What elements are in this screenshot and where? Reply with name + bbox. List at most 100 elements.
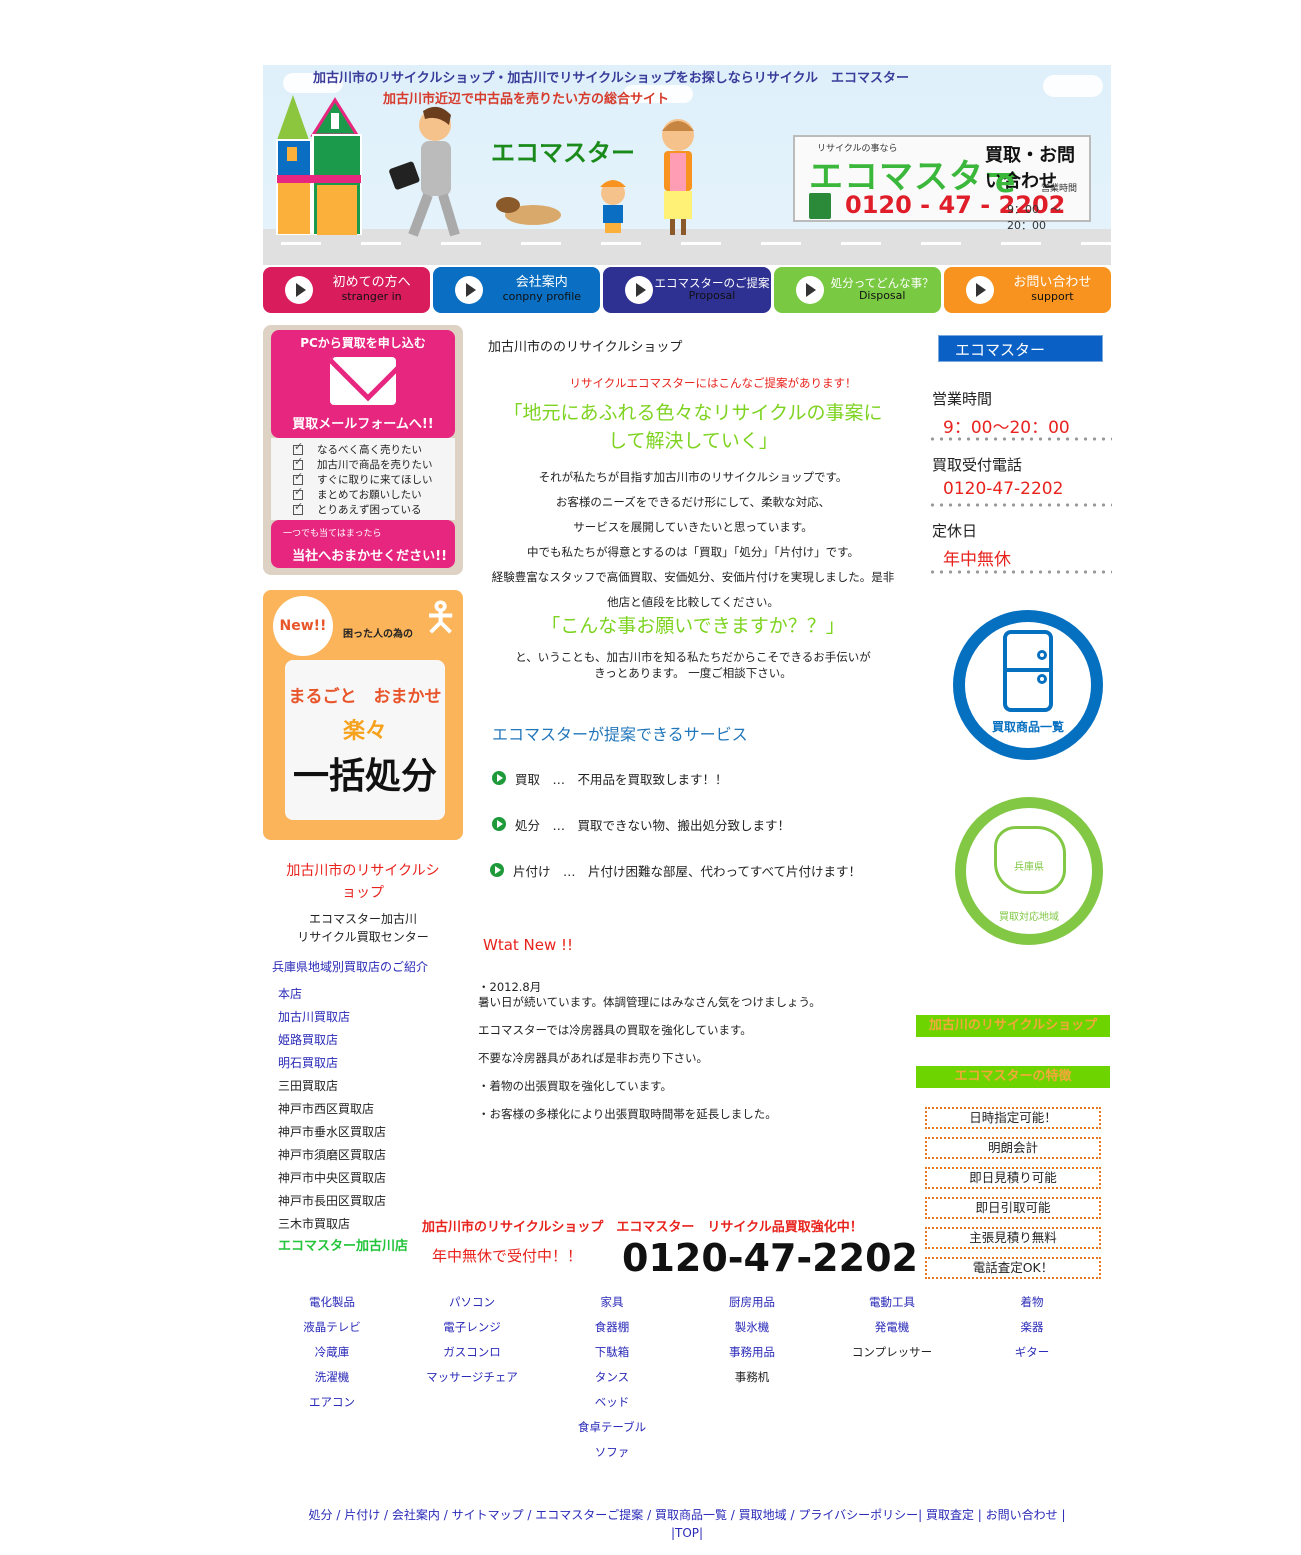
category-link[interactable]: 着物 <box>962 1294 1102 1319</box>
store-link[interactable]: 三田買取店 <box>278 1077 408 1100</box>
mail-banner-bottom-small: 一つでも当てはまったら <box>283 529 382 539</box>
nav-label-jp: 初めての方へ <box>332 275 411 291</box>
category-link[interactable]: 厨房用品 <box>682 1294 822 1319</box>
category-link[interactable]: ベッド <box>542 1394 682 1419</box>
store-link[interactable]: 神戸市中央区買取店 <box>278 1169 408 1192</box>
footer-top-row: |TOP| <box>670 1526 704 1540</box>
disposal-inner: まるごと おまかせ 楽々 一括処分 <box>285 660 445 820</box>
phone-contact-banner[interactable]: リサイクルの事なら エコマスター 0120 - 47 - 2202 買取・お問い… <box>793 135 1091 232</box>
footer-link[interactable]: 買取商品一覧 <box>655 1508 727 1522</box>
body-line: と、いうことも、加古川市を知る私たちだからこそできるお手伝いが <box>515 650 871 664</box>
bulk-disposal-banner[interactable]: New!! 困った人の為の 🯅 まるごと おまかせ 楽々 一括処分 <box>263 590 463 840</box>
dotted-divider <box>928 437 1112 441</box>
category-link[interactable]: 洗濯機 <box>262 1369 402 1394</box>
purchase-items-button[interactable]: 買取商品一覧 <box>953 610 1103 760</box>
promo-open-all-year: 年中無休で受付中！！ <box>432 1247 583 1265</box>
nav-support[interactable]: お問い合わせ support <box>943 267 1112 313</box>
checklist-text: 加古川で商品を売りたい <box>317 459 433 471</box>
footer-separator: / <box>643 1508 655 1522</box>
category-link[interactable]: 食卓テーブル <box>542 1419 682 1444</box>
store-link[interactable]: 神戸市西区買取店 <box>278 1100 408 1123</box>
nav-label-en: support <box>1031 290 1074 304</box>
service-area-label: 買取対応地域 <box>999 912 1059 923</box>
category-link[interactable]: 楽器 <box>962 1319 1102 1344</box>
phone-box-hours-label: 営業時間 <box>1041 184 1078 194</box>
category-link[interactable]: 発電機 <box>822 1319 962 1344</box>
store-link[interactable]: 三木市買取店 <box>278 1215 408 1238</box>
category-link[interactable]: ソファ <box>542 1444 682 1469</box>
nav-stranger-in[interactable]: 初めての方へ stranger in <box>263 267 431 313</box>
play-icon <box>455 276 484 304</box>
refrigerator-icon <box>1003 630 1053 712</box>
category-link[interactable]: 下駄箱 <box>542 1344 682 1369</box>
ecomaster-logo-icon: e <box>995 165 1016 200</box>
footer-separator: | <box>918 1508 926 1522</box>
mail-banner-bottom-big: 当社へおまかせください!! <box>292 549 447 564</box>
mail-form-banner[interactable]: PCから買取を申し込む 買取メールフォームへ!! なるべく高く売りたい 加古川で… <box>263 325 463 575</box>
store-link[interactable]: エコマスター加古川店 <box>278 1238 408 1261</box>
category-link[interactable]: ギター <box>962 1344 1102 1369</box>
left-shop-info: 加古川市のリサイクルショップ エコマスター加古川 リサイクル買取センター <box>263 860 463 946</box>
category-link[interactable]: 事務用品 <box>682 1344 822 1369</box>
footer-link[interactable]: 買取地域 <box>739 1508 787 1522</box>
category-link[interactable]: 電動工具 <box>822 1294 962 1319</box>
purchase-items-label: 買取商品一覧 <box>991 720 1064 734</box>
category-link[interactable]: タンス <box>542 1369 682 1394</box>
play-circle-icon <box>492 771 506 785</box>
nav-disposal[interactable]: 処分ってどんな事？ Disposal <box>773 267 941 313</box>
category-link[interactable]: 冷蔵庫 <box>262 1344 402 1369</box>
category-link[interactable]: 製氷機 <box>682 1319 822 1344</box>
disposal-line2: 楽々 <box>342 719 387 744</box>
footer-separator: | <box>973 1508 986 1522</box>
green-heading-features: エコマスターの特徴 <box>916 1066 1110 1088</box>
nav-proposal[interactable]: エコマスターのご提案 Proposal <box>603 267 771 313</box>
footer-link[interactable]: プライバシーポリシー <box>798 1508 918 1522</box>
store-link[interactable]: 神戸市長田区買取店 <box>278 1192 408 1215</box>
mail-checklist: なるべく高く売りたい 加古川で商品を売りたい すぐに取りに来てほしい まとめてお… <box>271 438 455 520</box>
footer-link[interactable]: 片付け <box>344 1508 380 1522</box>
freedial-icon <box>809 193 831 219</box>
play-circle-icon <box>490 863 504 877</box>
service-area-button[interactable]: 兵庫県 買取対応地域 <box>955 797 1103 945</box>
category-link[interactable]: 食器棚 <box>542 1319 682 1344</box>
store-link[interactable]: 神戸市垂水区買取店 <box>278 1123 408 1146</box>
area-stores-link[interactable]: 兵庫県地域別買取店のご紹介 <box>272 958 428 975</box>
category-link[interactable]: 家具 <box>542 1294 682 1319</box>
mail-form-cta[interactable]: PCから買取を申し込む 買取メールフォームへ!! <box>271 330 455 438</box>
tel-value: 0120-47-2202 <box>943 479 1064 499</box>
category-link[interactable]: 電子レンジ <box>402 1319 542 1344</box>
footer-link[interactable]: 買取査定 <box>926 1508 974 1522</box>
store-link[interactable]: 加古川買取店 <box>278 1008 408 1031</box>
service-text: 処分 … 買取できない物、搬出処分致します！ <box>515 818 791 833</box>
category-link[interactable]: コンプレッサー <box>822 1344 962 1369</box>
family-illustration <box>496 119 694 235</box>
disposal-line1: まるごと おまかせ <box>288 687 442 707</box>
category-link[interactable]: 液晶テレビ <box>262 1319 402 1344</box>
footer-link[interactable]: 処分 <box>309 1508 333 1522</box>
store-link[interactable]: 姫路買取店 <box>278 1031 408 1054</box>
store-link[interactable]: 本店 <box>278 985 408 1008</box>
footer-link[interactable]: 会社案内 <box>392 1508 440 1522</box>
footer-top-link[interactable]: TOP <box>675 1526 699 1540</box>
category-link[interactable]: ガスコンロ <box>402 1344 542 1369</box>
category-link[interactable]: エアコン <box>262 1394 402 1419</box>
play-icon <box>285 276 313 304</box>
store-link[interactable]: 明石買取店 <box>278 1054 408 1077</box>
category-link[interactable]: 事務机 <box>682 1369 822 1394</box>
play-circle-icon <box>492 817 506 831</box>
footer-link[interactable]: お問い合わせ <box>986 1508 1058 1522</box>
checkbox-icon <box>293 470 303 485</box>
category-link[interactable]: パソコン <box>402 1294 542 1319</box>
store-link[interactable]: 神戸市須磨区買取店 <box>278 1146 408 1169</box>
category-link[interactable]: 電化製品 <box>262 1294 402 1319</box>
mail-banner-bottom[interactable]: 一つでも当てはまったら 当社へおまかせください!! <box>271 520 455 568</box>
store-list: 本店 加古川買取店 姫路買取店 明石買取店 三田買取店 神戸市西区買取店 神戸市垂水区買取店… <box>278 985 408 1261</box>
feature-item: 即日見積り可能 <box>925 1167 1101 1189</box>
footer-link[interactable]: サイトマップ <box>452 1508 524 1522</box>
header-banner: 加古川市のリサイクルショップ・加古川でリサイクルショップをお探しならリサイクル … <box>263 65 1111 265</box>
category-link[interactable]: マッサージチェア <box>402 1369 542 1394</box>
footer-link[interactable]: エコマスターご提案 <box>535 1508 643 1522</box>
nav-company-profile[interactable]: 会社案内 conpny profile <box>433 267 601 313</box>
checklist-item: まとめてお願いしたい <box>293 485 455 502</box>
feature-item: 電話査定OK！ <box>925 1257 1101 1279</box>
